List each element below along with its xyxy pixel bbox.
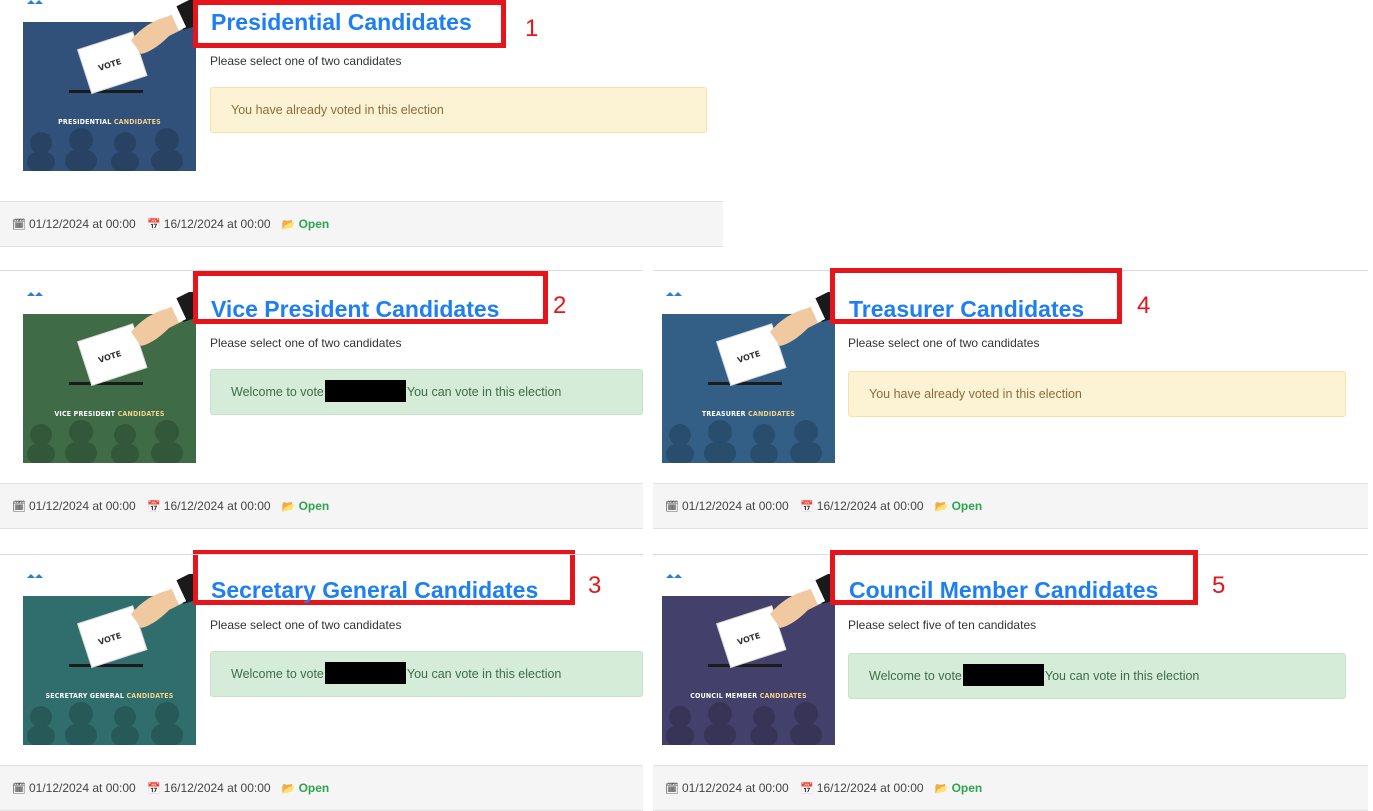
- annotation-number: 3: [588, 572, 602, 599]
- folder-open-icon: 📂: [281, 501, 296, 513]
- election-thumbnail[interactable]: VOTE PRESIDENTIAL CANDIDATES: [23, 0, 196, 171]
- calendar-end-icon: 📅: [147, 783, 161, 795]
- thumbnail-label: SECRETARY GENERAL CANDIDATES: [45, 692, 174, 700]
- calendar-end-icon: 📅: [800, 783, 814, 795]
- redacted-name: [324, 662, 406, 684]
- election-title[interactable]: Vice President Candidates: [211, 296, 499, 323]
- end-date: 16/12/2024 at 00:00: [163, 217, 271, 231]
- election-thumbnail[interactable]: VOTE COUNCIL MEMBER CANDIDATES: [662, 574, 835, 745]
- folder-open-icon: 📂: [281, 783, 296, 795]
- alert-prefix: Welcome to vote: [231, 385, 324, 399]
- annotation-number: 4: [1137, 292, 1151, 319]
- status-badge: Open: [951, 499, 983, 513]
- election-thumbnail[interactable]: VOTE VICE PRESIDENT CANDIDATES: [23, 292, 196, 463]
- start-date: 01/12/2024 at 00:00: [681, 499, 789, 513]
- annotation-number: 2: [553, 292, 567, 319]
- status-badge: Open: [298, 499, 330, 513]
- end-date: 16/12/2024 at 00:00: [163, 781, 271, 795]
- election-card-council-member: VOTE COUNCIL MEMBER CANDIDATES Council Me…: [662, 550, 1352, 754]
- calendar-end-icon: 📅: [147, 501, 161, 513]
- vote-status-alert: Welcome to vote You can vote in this elec…: [210, 369, 643, 415]
- election-card-treasurer: VOTE TREASURER CANDIDATES Treasurer Candi…: [662, 268, 1352, 472]
- election-footer: 🗓 01/12/2024 at 00:00 📅 16/12/2024 at 00:0…: [0, 765, 643, 811]
- election-subtitle: Please select one of two candidates: [848, 336, 1040, 350]
- alert-suffix: You can vote in this election: [406, 385, 562, 399]
- status-badge: Open: [298, 217, 330, 231]
- status-badge: Open: [298, 781, 330, 795]
- redacted-name: [962, 664, 1044, 686]
- alert-suffix: You can vote in this election: [406, 667, 562, 681]
- election-title[interactable]: Council Member Candidates: [849, 577, 1158, 604]
- folder-open-icon: 📂: [934, 501, 949, 513]
- election-card-vice-president: VOTE VICE PRESIDENT CANDIDATES Vice Presi…: [23, 271, 643, 472]
- vote-status-alert: Welcome to vote You can vote in this elec…: [848, 653, 1346, 699]
- thumbnail-label: COUNCIL MEMBER CANDIDATES: [690, 692, 807, 700]
- election-footer: 🗓 01/12/2024 at 00:00 📅 16/12/2024 at 00:0…: [0, 483, 643, 529]
- vote-status-alert: You have already voted in this election: [210, 87, 707, 133]
- thumbnail-label: VICE PRESIDENT CANDIDATES: [54, 410, 165, 418]
- alert-prefix: Welcome to vote: [869, 669, 962, 683]
- annotation-number: 5: [1212, 572, 1226, 599]
- thumbnail-label: TREASURER CANDIDATES: [701, 410, 796, 418]
- ballot-illustration: VOTE: [23, 0, 196, 171]
- election-subtitle: Please select five of ten candidates: [848, 618, 1037, 632]
- calendar-icon: 🗓: [665, 501, 679, 513]
- election-thumbnail[interactable]: VOTE SECRETARY GENERAL CANDIDATES: [23, 574, 196, 745]
- alert-prefix: Welcome to vote: [231, 667, 324, 681]
- calendar-icon: 🗓: [12, 501, 26, 513]
- start-date: 01/12/2024 at 00:00: [28, 499, 136, 513]
- start-date: 01/12/2024 at 00:00: [28, 781, 136, 795]
- vote-status-alert: Welcome to vote You can vote in this elec…: [210, 651, 643, 697]
- status-badge: Open: [951, 781, 983, 795]
- election-title[interactable]: Secretary General Candidates: [211, 577, 538, 604]
- calendar-icon: 🗓: [12, 783, 26, 795]
- ballot-illustration: VOTE: [23, 574, 196, 745]
- folder-open-icon: 📂: [281, 219, 296, 231]
- ballot-illustration: VOTE: [662, 292, 835, 463]
- calendar-icon: 🗓: [665, 783, 679, 795]
- row-divider: [0, 270, 643, 271]
- election-title[interactable]: Presidential Candidates: [211, 9, 472, 36]
- end-date: 16/12/2024 at 00:00: [816, 499, 924, 513]
- election-footer: 🗓 01/12/2024 at 00:00 📅 16/12/2024 at 00:0…: [653, 483, 1368, 529]
- start-date: 01/12/2024 at 00:00: [28, 217, 136, 231]
- thumbnail-label: PRESIDENTIAL CANDIDATES: [58, 118, 161, 126]
- end-date: 16/12/2024 at 00:00: [816, 781, 924, 795]
- election-subtitle: Please select one of two candidates: [210, 618, 402, 632]
- redacted-name: [324, 380, 406, 402]
- election-subtitle: Please select one of two candidates: [210, 336, 402, 350]
- election-title[interactable]: Treasurer Candidates: [849, 296, 1084, 323]
- election-footer: 🗓 01/12/2024 at 00:00 📅 16/12/2024 at 00:0…: [0, 201, 723, 247]
- end-date: 16/12/2024 at 00:00: [163, 499, 271, 513]
- ballot-illustration: VOTE: [23, 292, 196, 463]
- alert-suffix: You can vote in this election: [1044, 669, 1200, 683]
- calendar-end-icon: 📅: [800, 501, 814, 513]
- annotation-number: 1: [525, 15, 539, 42]
- election-subtitle: Please select one of two candidates: [210, 54, 402, 68]
- row-divider: [0, 554, 643, 555]
- election-card-secretary-general: VOTE SECRETARY GENERAL CANDIDATES Secreta…: [23, 550, 643, 754]
- calendar-end-icon: 📅: [147, 219, 161, 231]
- election-footer: 🗓 01/12/2024 at 00:00 📅 16/12/2024 at 00:0…: [653, 765, 1368, 811]
- calendar-icon: 🗓: [12, 219, 26, 231]
- vote-status-alert: You have already voted in this election: [848, 371, 1346, 417]
- election-thumbnail[interactable]: VOTE TREASURER CANDIDATES: [662, 292, 835, 463]
- ballot-illustration: VOTE: [662, 574, 835, 745]
- folder-open-icon: 📂: [934, 783, 949, 795]
- start-date: 01/12/2024 at 00:00: [681, 781, 789, 795]
